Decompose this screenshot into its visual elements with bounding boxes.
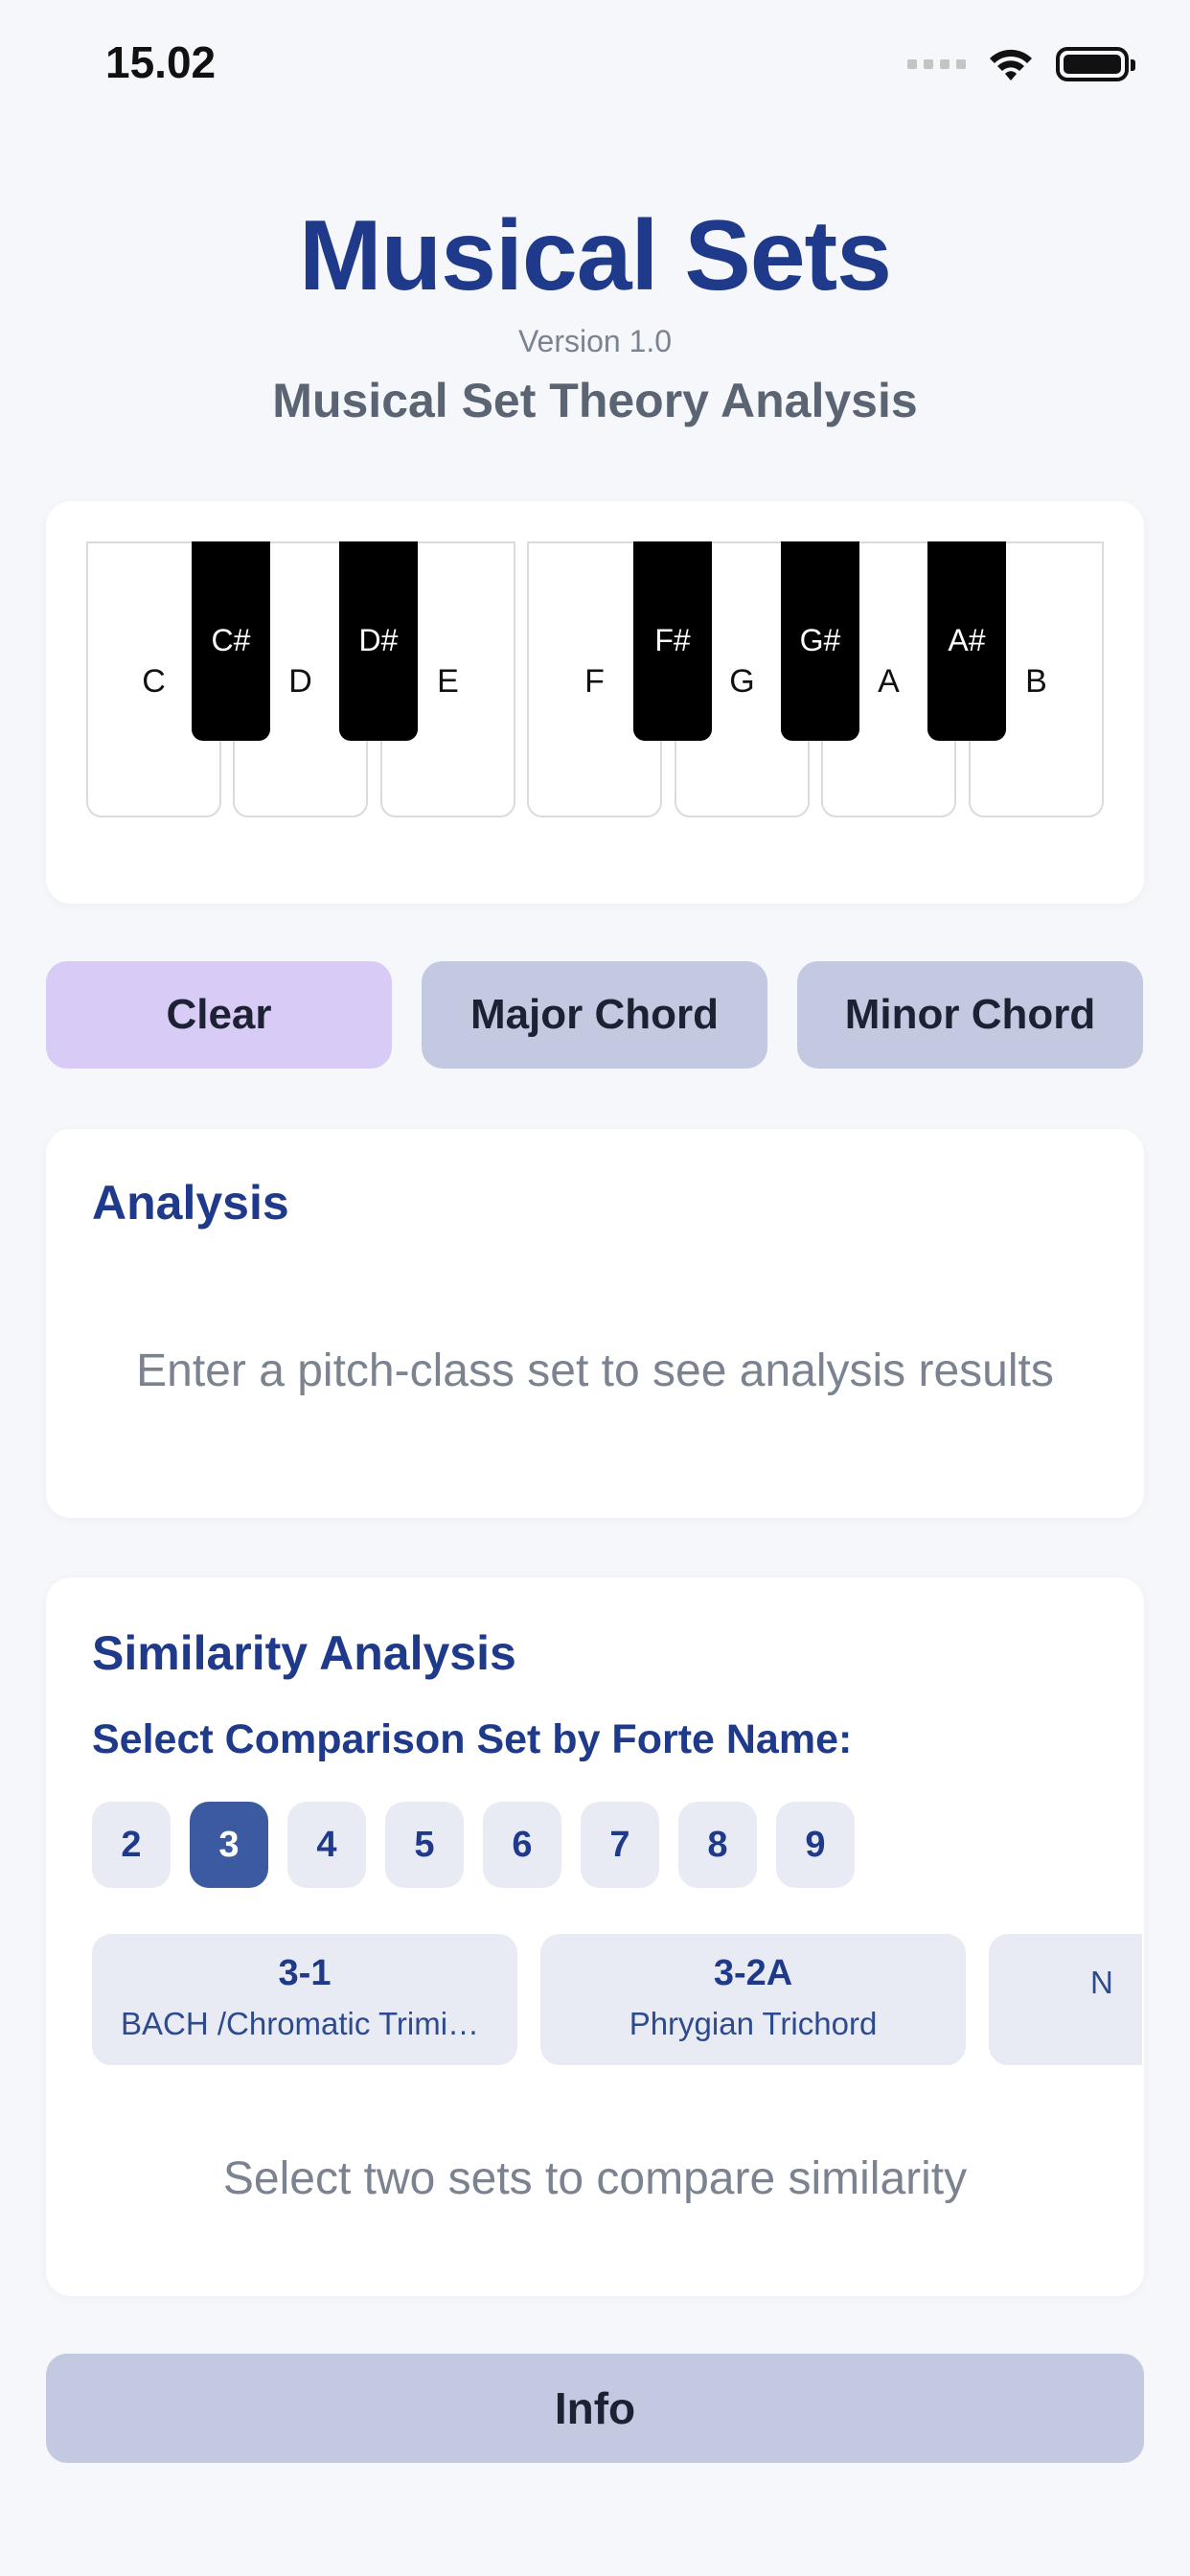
forte-name-label: Select Comparison Set by Forte Name: (92, 1716, 853, 1762)
battery-icon (1056, 47, 1135, 81)
app-title: Musical Sets (298, 200, 892, 311)
status-time: 15.02 (105, 37, 217, 87)
cardinality-chip-selected[interactable]: 3 (190, 1802, 268, 1888)
piano-key-label: G# (799, 623, 841, 657)
version-label: Version 1.0 (517, 324, 673, 359)
piano-key-label: C# (211, 623, 251, 657)
piano-card: C D E F G A B C# D# F# G# A# (46, 501, 1144, 904)
forte-set-name: 3-1 (278, 1953, 332, 1993)
cardinality-chip[interactable]: 5 (385, 1802, 464, 1888)
piano-key-label: D# (358, 623, 399, 657)
piano-key-a-sharp[interactable]: A# (927, 541, 1006, 741)
signal-dots-icon (907, 59, 966, 69)
info-button[interactable]: Info (46, 2354, 1144, 2463)
status-icons (907, 46, 1135, 82)
analysis-empty-message: Enter a pitch-class set to see analysis … (136, 1346, 1054, 1396)
forte-set-description: Phrygian Trichord (629, 2006, 878, 2041)
cardinality-chip[interactable]: 8 (678, 1802, 757, 1888)
cardinality-selector: 2 3 4 5 6 7 8 9 (92, 1802, 855, 1888)
status-bar: 15.02 (0, 0, 1190, 134)
piano-keyboard: C D E F G A B C# D# F# G# A# (86, 541, 1104, 817)
forte-set-description: BACH /Chromatic Trimirror (121, 2006, 497, 2041)
minor-chord-button[interactable]: Minor Chord (797, 961, 1143, 1069)
cardinality-chip[interactable]: 4 (287, 1802, 366, 1888)
forte-set-name: 3-2A (713, 1953, 793, 1993)
similarity-empty-message: Select two sets to compare similarity (222, 2153, 968, 2204)
piano-key-c-sharp[interactable]: C# (192, 541, 270, 741)
forte-set-card[interactable]: 3-2A Phrygian Trichord (540, 1934, 966, 2065)
app-subtitle: Musical Set Theory Analysis (272, 374, 918, 428)
cardinality-chip[interactable]: 2 (92, 1802, 171, 1888)
piano-key-g-sharp[interactable]: G# (781, 541, 859, 741)
similarity-card: Similarity Analysis Select Comparison Se… (46, 1577, 1144, 2296)
similarity-title: Similarity Analysis (92, 1626, 516, 1680)
forte-set-card[interactable]: N (989, 1934, 1142, 2065)
major-chord-button[interactable]: Major Chord (422, 961, 767, 1069)
cardinality-chip[interactable]: 9 (776, 1802, 855, 1888)
piano-key-d-sharp[interactable]: D# (339, 541, 418, 741)
forte-set-description: N (1090, 1965, 1113, 2000)
forte-set-card[interactable]: 3-1 BACH /Chromatic Trimirror (92, 1934, 517, 2065)
header: Musical Sets Version 1.0 Musical Set The… (0, 201, 1190, 428)
piano-key-f-sharp[interactable]: F# (633, 541, 712, 741)
analysis-title: Analysis (92, 1176, 289, 1230)
forte-set-list: 3-1 BACH /Chromatic Trimirror 3-2A Phryg… (92, 1934, 1142, 2068)
wifi-icon (990, 49, 1032, 80)
piano-key-label: A# (948, 623, 986, 657)
cardinality-chip[interactable]: 7 (581, 1802, 659, 1888)
piano-key-label: F# (654, 623, 691, 657)
cardinality-chip[interactable]: 6 (483, 1802, 561, 1888)
clear-button[interactable]: Clear (46, 961, 392, 1069)
analysis-card: Analysis Enter a pitch-class set to see … (46, 1129, 1144, 1518)
